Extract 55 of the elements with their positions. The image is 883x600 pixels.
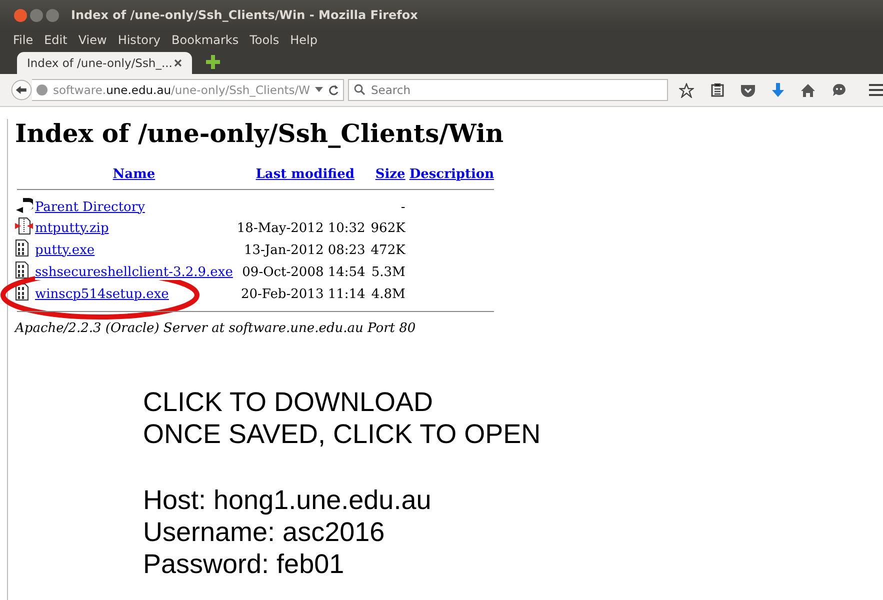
compressed-file-icon [15,217,33,235]
address-field[interactable]: software.une.edu.au/une-only/Ssh_Clients/W [32,79,344,101]
credential-text: Password: feb01 [143,548,346,580]
reload-icon[interactable] [328,84,339,96]
menu-item[interactable]: Edit [44,33,68,47]
file-size: 5.3M [371,264,406,280]
clipboard-icon[interactable] [711,83,724,97]
file-size: 962K [370,220,406,236]
close-icon[interactable] [174,59,182,67]
new-tab-icon[interactable] [206,55,220,69]
close-button[interactable] [14,8,27,22]
column-header-link[interactable]: Name [112,167,156,182]
browser-tab[interactable]: Index of /une-only/Ssh_... [17,52,192,74]
credential-text: Host: hong1.une.edu.au [143,484,432,516]
binary-file-icon [15,283,29,301]
file-link[interactable]: mtputty.zip [35,220,109,236]
file-size: 472K [370,242,406,258]
menu-item[interactable]: History [118,33,161,47]
search-field[interactable]: Search [348,79,668,101]
modified-date: 13-Jan-2012 08:23 [244,242,366,258]
modified-date: 09-Oct-2008 14:54 [242,264,366,280]
pocket-icon[interactable] [741,84,755,96]
star-icon[interactable] [679,82,694,98]
menu-item[interactable]: Tools [250,33,280,47]
page-heading: Index of /une-only/Ssh_Clients/Win [15,119,505,148]
file-link[interactable]: Parent Directory [35,200,145,214]
chat-icon[interactable] [832,83,846,97]
menu-icon[interactable] [869,84,883,96]
file-link[interactable]: sshsecureshellclient-3.2.9.exe [35,264,233,280]
credential-text: Username: asc2016 [143,516,386,548]
menu-item[interactable]: Help [290,33,318,47]
download-icon[interactable] [772,83,784,97]
back-icon[interactable] [11,77,32,103]
server-signature: Apache/2.2.3 (Oracle) Server at software.une.edu.au Port 80 [15,321,417,336]
instruction-text: ONCE SAVED, CLICK TO OPEN [143,418,542,450]
menu-item[interactable]: View [78,33,107,47]
home-icon[interactable] [801,84,815,96]
instruction-text: CLICK TO DOWNLOAD [143,386,434,418]
dropdown-icon[interactable] [315,87,323,93]
file-link[interactable]: putty.exe [35,242,95,258]
search-icon [354,84,365,95]
file-link[interactable]: winscp514setup.exe [35,286,169,302]
file-size: - [400,200,406,214]
binary-file-icon [15,261,29,279]
binary-file-icon [15,239,29,257]
menu-item[interactable]: Bookmarks [172,33,239,47]
column-header-link[interactable]: Size [375,167,406,182]
menu-item[interactable]: File [13,33,34,47]
column-header-link[interactable]: Description [409,167,494,182]
back-arrow-icon [15,197,33,213]
window-title: Index of /une-only/Ssh_Clients/Win - Mozilla Firefox [71,8,418,22]
modified-date: 18-May-2012 10:32 [236,220,366,236]
file-size: 4.8M [371,286,406,302]
modified-date: 20-Feb-2013 11:14 [240,286,366,302]
column-header-link[interactable]: Last modified [256,167,354,182]
